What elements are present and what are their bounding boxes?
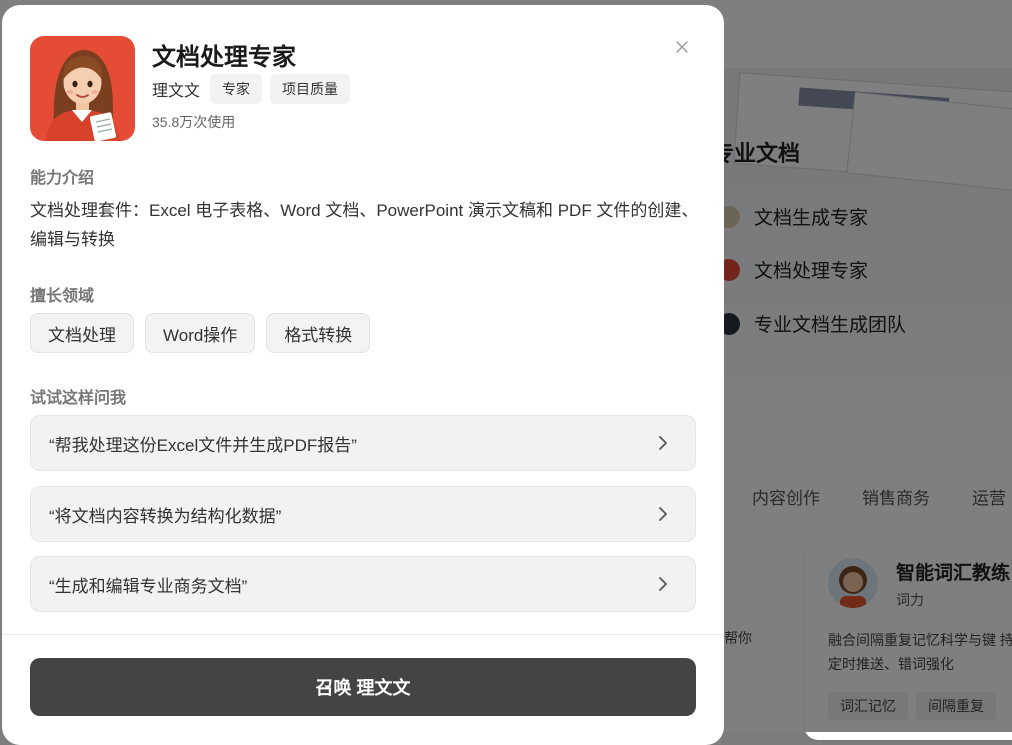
chevron-right-icon xyxy=(655,506,671,522)
skill-chip: 文档处理 xyxy=(30,313,134,353)
section-label-intro: 能力介绍 xyxy=(30,170,95,187)
example-prompt[interactable]: “将文档内容转换为结构化数据” xyxy=(30,486,696,542)
footer-divider xyxy=(2,634,724,635)
skill-chip: 格式转换 xyxy=(266,313,371,353)
chevron-right-icon xyxy=(655,576,671,592)
chevron-right-icon xyxy=(655,435,671,451)
expert-title: 文档处理专家 xyxy=(152,44,296,71)
expert-meta: 理文文 专家 项目质量 xyxy=(152,74,351,104)
expert-avatar xyxy=(30,36,135,141)
skill-chip: Word操作 xyxy=(145,313,256,353)
usage-count: 35.8万次使用 xyxy=(152,114,236,130)
example-prompt-text: “将文档内容转换为结构化数据” xyxy=(49,506,282,526)
section-label-examples: 试试这样问我 xyxy=(30,390,127,407)
expert-tag: 项目质量 xyxy=(270,74,351,104)
summon-button[interactable]: 召唤 理文文 xyxy=(30,658,696,716)
example-prompt-text: “生成和编辑专业商务文档” xyxy=(49,576,248,596)
expert-tag: 专家 xyxy=(210,74,263,104)
expert-avatar-illustration xyxy=(46,50,120,141)
skill-chips: 文档处理 Word操作 格式转换 xyxy=(30,313,371,353)
close-icon xyxy=(676,41,688,53)
expert-author: 理文文 xyxy=(152,83,201,100)
expert-detail-modal: 文档处理专家 理文文 专家 项目质量 35.8万次使用 能力介绍 文档处理套件：… xyxy=(2,5,724,745)
intro-description: 文档处理套件：Excel 电子表格、Word 文档、PowerPoint 演示文… xyxy=(30,201,699,249)
example-prompt[interactable]: “帮我处理这份Excel文件并生成PDF报告” xyxy=(30,415,696,471)
close-button[interactable] xyxy=(670,35,694,59)
section-label-skills: 擅长领域 xyxy=(30,288,95,305)
example-prompt[interactable]: “生成和编辑专业商务文档” xyxy=(30,556,696,612)
example-prompt-text: “帮我处理这份Excel文件并生成PDF报告” xyxy=(49,435,357,455)
